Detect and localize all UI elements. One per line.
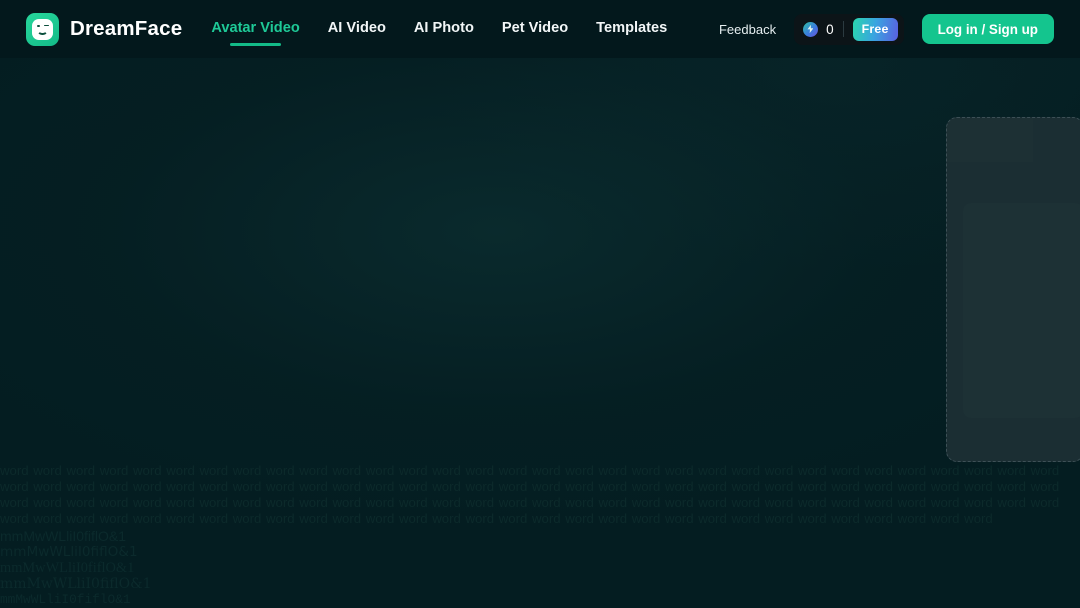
plan-badge-free[interactable]: Free: [852, 17, 898, 41]
nav-item-ai-photo[interactable]: AI Photo: [413, 16, 475, 43]
font-sample-line: mmMwWLliI0fiflO&1: [0, 528, 127, 544]
login-signup-label: Log in / Sign up: [937, 21, 1038, 37]
nav-item-templates[interactable]: Templates: [595, 16, 668, 43]
placeholder-strip: [947, 118, 1033, 162]
brand-name: DreamFace: [70, 17, 183, 40]
nav-item-ai-video[interactable]: AI Video: [327, 16, 387, 43]
font-sample-line: mmMwWLliI0fiflO&1: [0, 576, 152, 592]
placeholder-inner-card: [963, 203, 1080, 418]
font-sample-line: mmMwWLliI0fiflO&1: [0, 560, 135, 576]
main-stage: word word word word word word word word …: [0, 58, 1080, 608]
app-root: DreamFace Avatar Video AI Video AI Photo…: [0, 0, 1080, 608]
winking-face-logo-icon: [26, 12, 59, 46]
nav-item-label: Avatar Video: [211, 19, 300, 36]
nav-item-label: Templates: [596, 19, 668, 36]
coin-lightning-icon: [803, 21, 819, 37]
upload-placeholder-panel[interactable]: [946, 117, 1080, 462]
login-signup-button[interactable]: Log in / Sign up: [921, 14, 1054, 44]
nav-item-avatar-video[interactable]: Avatar Video: [210, 16, 300, 46]
feedback-link[interactable]: Feedback: [719, 22, 776, 37]
top-navigation-bar: DreamFace Avatar Video AI Video AI Photo…: [0, 0, 1080, 58]
pill-divider: [842, 21, 844, 37]
credits-pill[interactable]: 0 Free: [794, 13, 904, 45]
nav-item-label: Pet Video: [501, 19, 569, 36]
header-actions: Feedback 0 Free Log in / Sign up: [719, 13, 1054, 45]
font-sample-block: mmMwWLliI0fiflO&1 mmMwWLliI0fiflO&1 mmMw…: [0, 528, 520, 608]
credits-count: 0: [826, 21, 834, 37]
brand-logo-link[interactable]: DreamFace: [26, 12, 183, 46]
font-sample-line: mmMwWLliI0fiflO&1: [0, 544, 138, 560]
overflow-word-text: word word word word word word word word …: [0, 463, 1060, 526]
nav-item-pet-video[interactable]: Pet Video: [501, 16, 569, 43]
active-nav-underline: [230, 42, 281, 46]
font-sample-line: mmMwWLliI0fiflO&1: [0, 592, 131, 607]
plan-badge-label: Free: [861, 22, 889, 36]
main-nav: Avatar Video AI Video AI Photo Pet Video…: [210, 0, 668, 58]
nav-item-label: AI Video: [327, 19, 386, 36]
nav-item-label: AI Photo: [413, 19, 474, 36]
